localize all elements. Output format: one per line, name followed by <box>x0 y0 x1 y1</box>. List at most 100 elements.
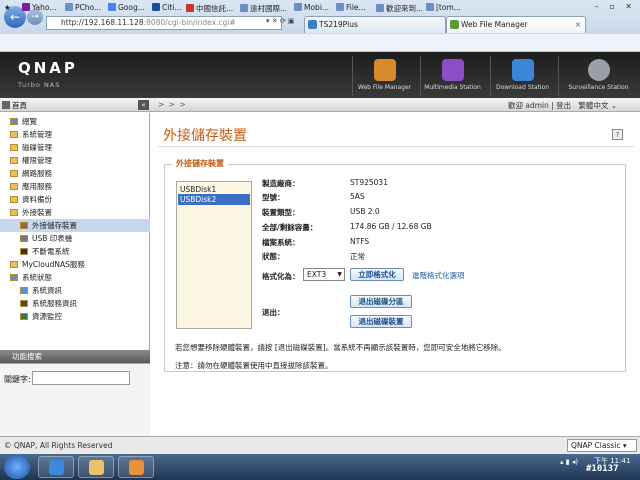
media-player-taskbar-button[interactable] <box>118 456 154 478</box>
sidebar-item[interactable]: 應用服務 <box>0 180 150 193</box>
address-bar[interactable]: http://192.168.11.128:8080/cgi-bin/index… <box>46 16 282 30</box>
surveillance-station[interactable]: Surveillance Station <box>558 56 638 96</box>
vendor-value: ST925031 <box>350 178 388 187</box>
address-path: :8080/cgi-bin/index.cgi# <box>143 18 236 27</box>
chevron-down-icon: ⌄ <box>610 101 618 110</box>
sidebar-item[interactable]: 網路服務 <box>0 167 150 180</box>
format-now-button[interactable]: 立即格式化 <box>350 268 404 281</box>
ie-taskbar-button[interactable] <box>38 456 74 478</box>
sidebar-item[interactable]: 不斷電系統 <box>0 245 150 258</box>
copyright: © QNAP, All Rights Reserved <box>4 441 113 450</box>
model-label: 型號： <box>262 193 285 202</box>
disk-list[interactable]: USBDisk1 USBDisk2 <box>176 181 252 329</box>
favorite-link[interactable]: Yaho... <box>22 3 57 12</box>
window-controls[interactable]: – ▫ ✕ <box>595 2 636 11</box>
home-label[interactable]: 首頁 <box>12 100 27 111</box>
sidebar-item-label: 系統資訊 <box>32 286 62 295</box>
format-select[interactable]: EXT3 ▼ <box>303 268 345 281</box>
folder-icon <box>10 261 18 268</box>
sidebar-item[interactable]: 外接裝置 <box>0 206 150 219</box>
sidebar-item[interactable]: 資料備份 <box>0 193 150 206</box>
sidebar-item-label: USB 印表機 <box>32 234 73 243</box>
sidebar-item-label: 權限管理 <box>22 156 52 165</box>
favorite-link[interactable]: 中國信託... <box>186 3 233 14</box>
sidebar-item-label: 系統狀態 <box>22 273 52 282</box>
folder-icon <box>10 157 18 164</box>
download-station[interactable]: Download Station <box>490 56 554 96</box>
model-value: 5AS <box>350 192 365 201</box>
collapse-sidebar-button[interactable]: « <box>138 100 149 110</box>
sidebar-item-label: 系統管理 <box>22 130 52 139</box>
address-host: http://192.168.11.128 <box>61 18 144 27</box>
disk-item-usbdisk2[interactable]: USBDisk2 <box>178 194 250 205</box>
start-button[interactable] <box>4 455 30 479</box>
search-panel-title: 功能搜索 <box>0 350 150 363</box>
favorite-link[interactable]: PCho... <box>65 3 101 12</box>
format-label: 格式化為： <box>262 272 300 281</box>
system-tray[interactable]: ▴ ▮ ◂) <box>560 458 578 466</box>
tab-web-file-manager[interactable]: Web File Manager × <box>446 16 586 33</box>
sidebar-item-label: 資源監控 <box>32 312 62 321</box>
multimedia-icon <box>441 59 464 81</box>
multimedia-station[interactable]: Multimedia Station <box>420 56 484 96</box>
download-icon <box>511 59 534 81</box>
home-icon <box>2 101 10 109</box>
tab-label: Web File Manager <box>461 20 528 29</box>
folder-icon <box>10 118 18 125</box>
sidebar-item[interactable]: MyCloudNAS服務 <box>0 258 150 271</box>
sidebar-item[interactable]: 權限管理 <box>0 154 150 167</box>
eject-partition-button[interactable]: 退出磁碟分區 <box>350 295 412 308</box>
folder-icon <box>10 209 18 216</box>
folder-icon <box>10 183 18 190</box>
file-manager-tab-icon <box>450 20 459 29</box>
divider <box>158 146 634 147</box>
sidebar-item-label: 不斷電系統 <box>32 247 70 256</box>
sidebar-item[interactable]: 磁碟管理 <box>0 141 150 154</box>
theme-select[interactable]: QNAP Classic ▾ <box>567 439 637 452</box>
file-manager-icon <box>373 59 396 81</box>
sidebar-item[interactable]: 總覽 <box>0 115 150 128</box>
favorite-link[interactable]: File... <box>336 3 366 12</box>
item-icon <box>20 222 28 229</box>
sidebar-item[interactable]: 系統狀態 <box>0 271 150 284</box>
capacity-value: 174.86 GB / 12.68 GB <box>350 222 432 231</box>
tab-ts219plus[interactable]: TS219Plus <box>304 16 446 33</box>
eject-label: 退出： <box>262 308 285 317</box>
section-legend: 外接儲存裝置 <box>172 158 228 169</box>
favorite-link[interactable]: Citi... <box>152 3 182 12</box>
search-input[interactable] <box>32 371 130 385</box>
eject-device-button[interactable]: 退出磁碟裝置 <box>350 315 412 328</box>
sidebar-item[interactable]: 系統服務資訊 <box>0 297 150 310</box>
folder-icon <box>10 170 18 177</box>
device-type-value: USB 2.0 <box>350 207 380 216</box>
language-selector[interactable]: 繁體中文 <box>578 101 608 110</box>
remove-instruction: 若您想要移除硬體裝置，請按 [退出磁碟裝置]。當系統不再顯示該裝置時，您即可安全… <box>175 343 506 352</box>
favorite-link[interactable]: [tom... <box>426 3 461 12</box>
sidebar-item[interactable]: 系統管理 <box>0 128 150 141</box>
sidebar-item[interactable]: 外接儲存裝置 <box>0 219 150 232</box>
sidebar-item[interactable]: 系統資訊 <box>0 284 150 297</box>
explorer-taskbar-button[interactable] <box>78 456 114 478</box>
sidebar-item[interactable]: 資源監控 <box>0 310 150 323</box>
station-label: Web File Manager <box>357 84 412 91</box>
ie-icon <box>49 460 64 475</box>
sidebar-item-label: 網路服務 <box>22 169 52 178</box>
address-controls[interactable]: ▾ ✕ ⟳ ▣ <box>266 17 295 25</box>
caution-note: 注意：請勿在硬體裝置使用中直接拔除該裝置。 <box>175 361 333 370</box>
sidebar-item-label: 總覽 <box>22 117 37 126</box>
favorite-link[interactable]: 歡迎來到... <box>376 3 423 14</box>
close-tab-icon[interactable]: × <box>575 17 581 32</box>
user-welcome[interactable]: 歡迎 admin | 登出 繁體中文 ⌄ <box>508 100 617 111</box>
page-title: 外接儲存裝置 <box>163 128 247 144</box>
web-file-manager-station[interactable]: Web File Manager <box>352 56 416 96</box>
advanced-format-link[interactable]: 進階格式化選項 <box>412 270 465 281</box>
favorite-link[interactable]: Goog... <box>108 3 145 12</box>
favorites-star-icon[interactable]: ★ <box>4 3 11 12</box>
media-player-icon <box>129 460 144 475</box>
favorite-link[interactable]: 遠村國際... <box>240 3 287 14</box>
sidebar-item-label: 系統服務資訊 <box>32 299 77 308</box>
sidebar-item[interactable]: USB 印表機 <box>0 232 150 245</box>
favorite-link[interactable]: Mobi... <box>294 3 329 12</box>
status-label: 狀態： <box>262 252 285 261</box>
help-icon[interactable]: ? <box>612 129 623 140</box>
